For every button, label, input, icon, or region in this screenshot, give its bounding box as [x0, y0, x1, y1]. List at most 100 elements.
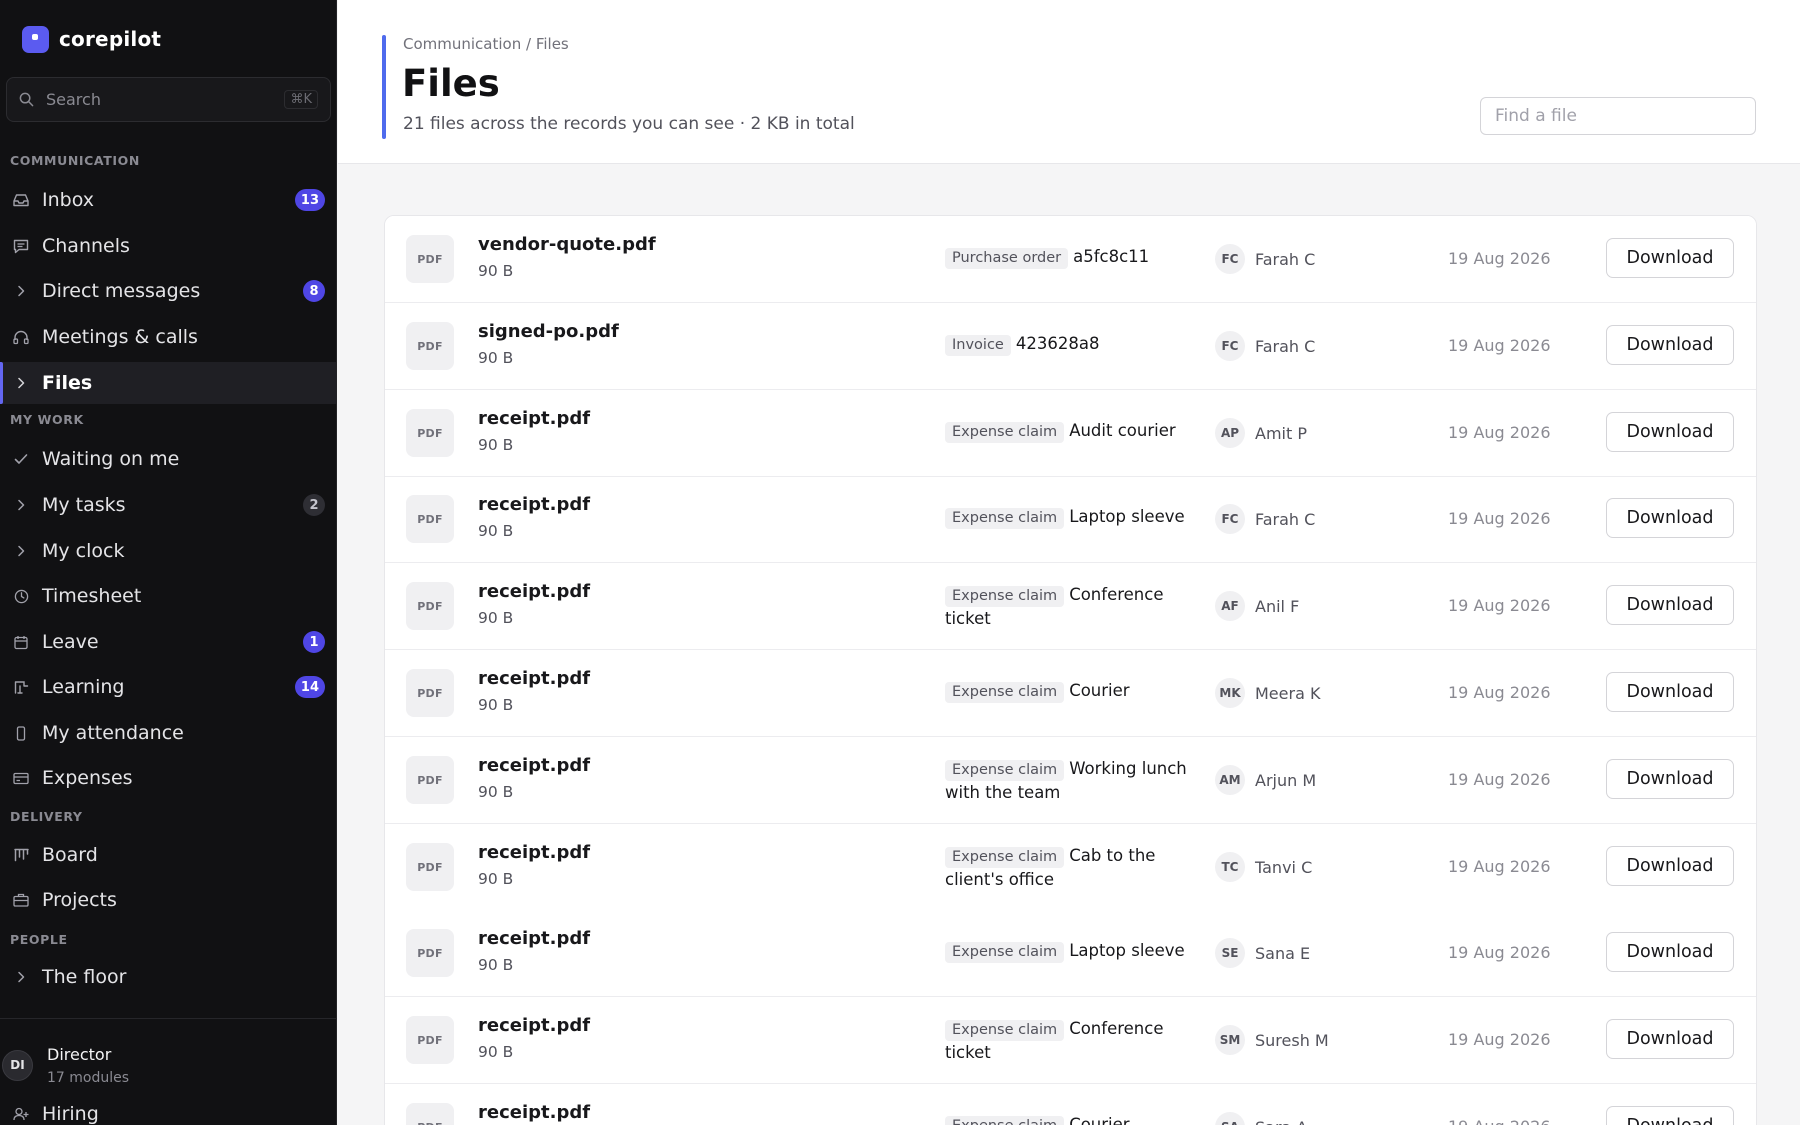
table-row[interactable]: PDF receipt.pdf 90 B Expense claim Laptop sl… — [385, 910, 1756, 997]
pdf-file-icon: PDF — [406, 495, 454, 543]
sidebar-item-my-attendance[interactable]: My attendance — [0, 712, 336, 754]
file-date: 19 Aug 2026 — [1448, 423, 1551, 442]
sidebar-item-meetings[interactable]: Meetings & calls — [0, 316, 336, 358]
file-name[interactable]: receipt.pdf — [478, 928, 590, 949]
download-button[interactable]: Download — [1606, 498, 1734, 538]
file-size: 90 B — [478, 609, 514, 627]
avatar: AM — [1215, 765, 1245, 795]
linked-record[interactable]: Expense claimCourier — [945, 679, 1195, 703]
sidebar-item-board[interactable]: Board — [0, 834, 336, 876]
brand-logo-icon — [22, 25, 49, 53]
sidebar-search[interactable]: Search ⌘K — [6, 77, 331, 122]
sidebar-item-my-tasks[interactable]: My tasks 2 — [0, 484, 336, 526]
chevron-right-icon — [12, 282, 30, 300]
owner-name: Amit P — [1255, 423, 1307, 443]
linked-record[interactable]: Expense claim Conference ticket — [945, 1017, 1195, 1064]
sidebar-item-label: Waiting on me — [42, 448, 180, 470]
file-owner: MK Meera K — [1215, 678, 1320, 708]
linked-record[interactable]: Expense claim Laptop sleeve — [945, 505, 1195, 529]
record-type-tag: Expense claim — [945, 760, 1065, 781]
download-button[interactable]: Download — [1606, 1106, 1734, 1125]
sidebar-item-the-floor[interactable]: The floor — [0, 956, 336, 998]
owner-name: Meera K — [1255, 683, 1321, 703]
count-badge: 2 — [303, 494, 325, 516]
download-button[interactable]: Download — [1606, 325, 1734, 365]
pdf-file-icon: PDF — [406, 669, 454, 717]
sidebar-item-channels[interactable]: Channels — [0, 225, 336, 267]
linked-record[interactable]: Expense claim Conference ticket — [945, 583, 1195, 630]
file-name[interactable]: receipt.pdf — [478, 581, 590, 602]
download-button[interactable]: Download — [1606, 238, 1734, 278]
pdf-file-icon: PDF — [406, 582, 454, 630]
owner-name: Farah C — [1255, 336, 1316, 356]
sidebar-item-hiring[interactable]: Hiring — [0, 1093, 336, 1125]
sidebar-item-my-clock[interactable]: My clock — [0, 530, 336, 572]
file-name[interactable]: receipt.pdf — [478, 1015, 590, 1036]
download-button[interactable]: Download — [1606, 585, 1734, 625]
search-icon — [19, 92, 34, 107]
file-name[interactable]: receipt.pdf — [478, 842, 590, 863]
file-size: 90 B — [478, 262, 514, 280]
sidebar-item-label: My clock — [42, 540, 125, 562]
record-name: a5fc8c11 — [1073, 247, 1150, 266]
sidebar-item-waiting-on-me[interactable]: Waiting on me — [0, 438, 336, 480]
avatar: AP — [1215, 418, 1245, 448]
table-row[interactable]: PDF receipt.pdf 90 B Expense claim Cab to th… — [385, 824, 1756, 911]
table-row[interactable]: PDF receipt.pdf 90 B Expense claim Audit cou… — [385, 390, 1756, 477]
sidebar-item-expenses[interactable]: Expenses — [0, 757, 336, 799]
table-row[interactable]: PDF receipt.pdf 90 B Expense claim Conferenc… — [385, 563, 1756, 650]
file-owner: TC Tanvi C — [1215, 852, 1312, 882]
file-owner: AM Arjun M — [1215, 765, 1316, 795]
user-switcher[interactable]: DI Director 17 modules — [0, 1040, 336, 1090]
file-name[interactable]: receipt.pdf — [478, 755, 590, 776]
table-row[interactable]: PDF receipt.pdf 90 B Expense claim Laptop sl… — [385, 476, 1756, 563]
table-row[interactable]: PDF vendor-quote.pdf 90 B Purchase order a5f… — [385, 216, 1756, 303]
linked-record[interactable]: Expense claim Audit courier — [945, 419, 1195, 443]
find-file-input[interactable] — [1480, 97, 1756, 135]
file-name[interactable]: receipt.pdf — [478, 668, 590, 689]
file-date: 19 Aug 2026 — [1448, 943, 1551, 962]
table-row[interactable]: PDF receipt.pdf 90 B Expense claim Working l… — [385, 737, 1756, 824]
section-label-my-work: MY WORK — [10, 412, 84, 427]
kanban-icon — [12, 846, 30, 864]
file-name[interactable]: signed-po.pdf — [478, 321, 619, 342]
record-name: Audit courier — [1069, 421, 1176, 440]
table-row[interactable]: PDF signed-po.pdf 90 B Invoice 423628a8 FC Far… — [385, 303, 1756, 390]
file-name[interactable]: receipt.pdf — [478, 408, 590, 429]
download-button[interactable]: Download — [1606, 846, 1734, 886]
sidebar-item-label: My tasks — [42, 494, 126, 516]
linked-record[interactable]: Purchase order a5fc8c11 — [945, 245, 1195, 269]
avatar: SM — [1215, 1025, 1245, 1055]
sidebar-item-files[interactable]: Files — [0, 362, 336, 404]
linked-record[interactable]: Invoice 423628a8 — [945, 332, 1195, 356]
linked-record[interactable]: Expense claim Laptop sleeve — [945, 939, 1195, 963]
table-row[interactable]: PDF receipt.pdf 90 B Expense claim Conferenc… — [385, 997, 1756, 1084]
download-button[interactable]: Download — [1606, 932, 1734, 972]
download-button[interactable]: Download — [1606, 672, 1734, 712]
file-name[interactable]: vendor-quote.pdf — [478, 234, 656, 255]
download-button[interactable]: Download — [1606, 759, 1734, 799]
calendar-icon — [12, 633, 30, 651]
sidebar-item-direct-messages[interactable]: Direct messages 8 — [0, 270, 336, 312]
sidebar-item-inbox[interactable]: Inbox 13 — [0, 179, 336, 221]
files-list: PDF vendor-quote.pdf 90 B Purchase order a5f… — [384, 215, 1757, 1125]
table-row[interactable]: PDF receipt.pdf 90 B Expense claim Courier MK… — [385, 650, 1756, 737]
file-owner: SE Sana E — [1215, 938, 1310, 968]
sidebar-item-leave[interactable]: Leave 1 — [0, 621, 336, 663]
sidebar-item-label: The floor — [42, 966, 127, 988]
sidebar-item-label: Board — [42, 844, 98, 866]
file-name[interactable]: receipt.pdf — [478, 1102, 590, 1123]
sidebar-item-timesheet[interactable]: Timesheet — [0, 575, 336, 617]
linked-record[interactable]: Expense claim Working lunch with the team — [945, 757, 1195, 804]
file-name[interactable]: receipt.pdf — [478, 494, 590, 515]
linked-record[interactable]: Expense claim Cab to the client's office — [945, 844, 1195, 891]
user-modules: 17 modules — [47, 1069, 130, 1086]
sidebar-item-learning[interactable]: Learning 14 — [0, 666, 336, 708]
brand[interactable]: corepilot — [22, 25, 161, 53]
download-button[interactable]: Download — [1606, 1019, 1734, 1059]
table-row[interactable]: PDFreceipt.pdf90 BExpense claimCourierSA… — [385, 1084, 1756, 1125]
download-button[interactable]: Download — [1606, 412, 1734, 452]
sidebar-item-projects[interactable]: Projects — [0, 879, 336, 921]
linked-record[interactable]: Expense claimCourier — [945, 1113, 1195, 1125]
sidebar-item-label: Meetings & calls — [42, 326, 198, 348]
